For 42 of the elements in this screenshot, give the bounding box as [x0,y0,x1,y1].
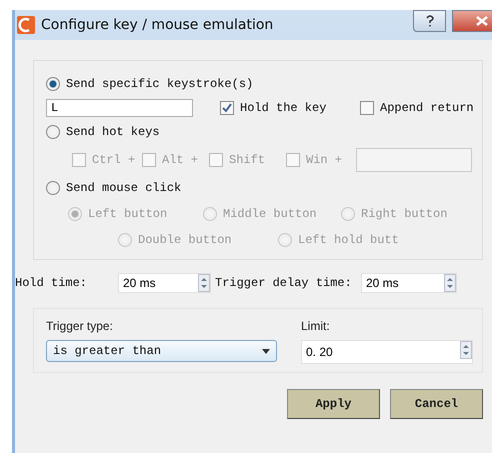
hold-time-label: Hold time: [15,276,88,290]
radio-label: Right button [361,207,448,221]
value-field[interactable]: 20 ms [119,274,198,292]
radio-button[interactable] [46,77,60,91]
dialog-button[interactable]: Cancel [390,389,483,419]
radio-label: Left button [88,207,168,221]
radio-label: Send hot keys [66,125,160,139]
keystroke-field[interactable]: L [46,99,193,117]
radio-label: Middle button [223,207,317,221]
checkbox-label: Append return [380,101,474,115]
trigger-type-dropdown[interactable]: is greater than [46,340,277,362]
checkbox-label: Shift [229,153,266,167]
close-icon [476,16,488,26]
checkbox[interactable] [360,101,374,115]
trigger-delay-spinbox[interactable]: 20 ms [361,273,457,293]
value-field[interactable]: 20 ms [362,274,444,292]
dropdown-caret-icon [262,348,270,354]
help-button[interactable] [413,10,446,32]
checkbox[interactable] [220,101,234,115]
limit-spinbox[interactable]: 0. 20 [301,340,473,364]
spin-arrows-icon[interactable] [198,274,210,292]
checkbox-label: Ctrl + [92,153,136,167]
dialog-button[interactable]: Apply [287,389,380,419]
radio-button[interactable] [46,181,60,195]
checkbox-label: Hold the key [240,101,326,115]
window-title: Configure key / mouse emulation [41,17,274,33]
checkbox-label: Alt + [162,153,198,167]
value-field[interactable]: 0. 20 [302,341,460,363]
radio-button[interactable] [46,125,60,139]
radio-label: Double button [138,233,232,247]
radio-label: Send specific keystroke(s) [66,77,254,91]
trigger-type-label: Trigger type: [46,319,114,333]
help-icon [424,15,434,27]
spin-arrows-icon[interactable] [444,274,456,292]
trigger-delay-label: Trigger delay time: [215,276,353,290]
radio-label: Send mouse click [66,181,182,195]
checkbox-label: Win + [306,153,342,167]
spin-arrows-icon[interactable] [460,341,472,359]
app-logo-icon [17,16,35,34]
limit-label: Limit: [301,319,331,333]
radio-label: Left hold butt [298,233,399,247]
hold-time-spinbox[interactable]: 20 ms [118,273,211,293]
